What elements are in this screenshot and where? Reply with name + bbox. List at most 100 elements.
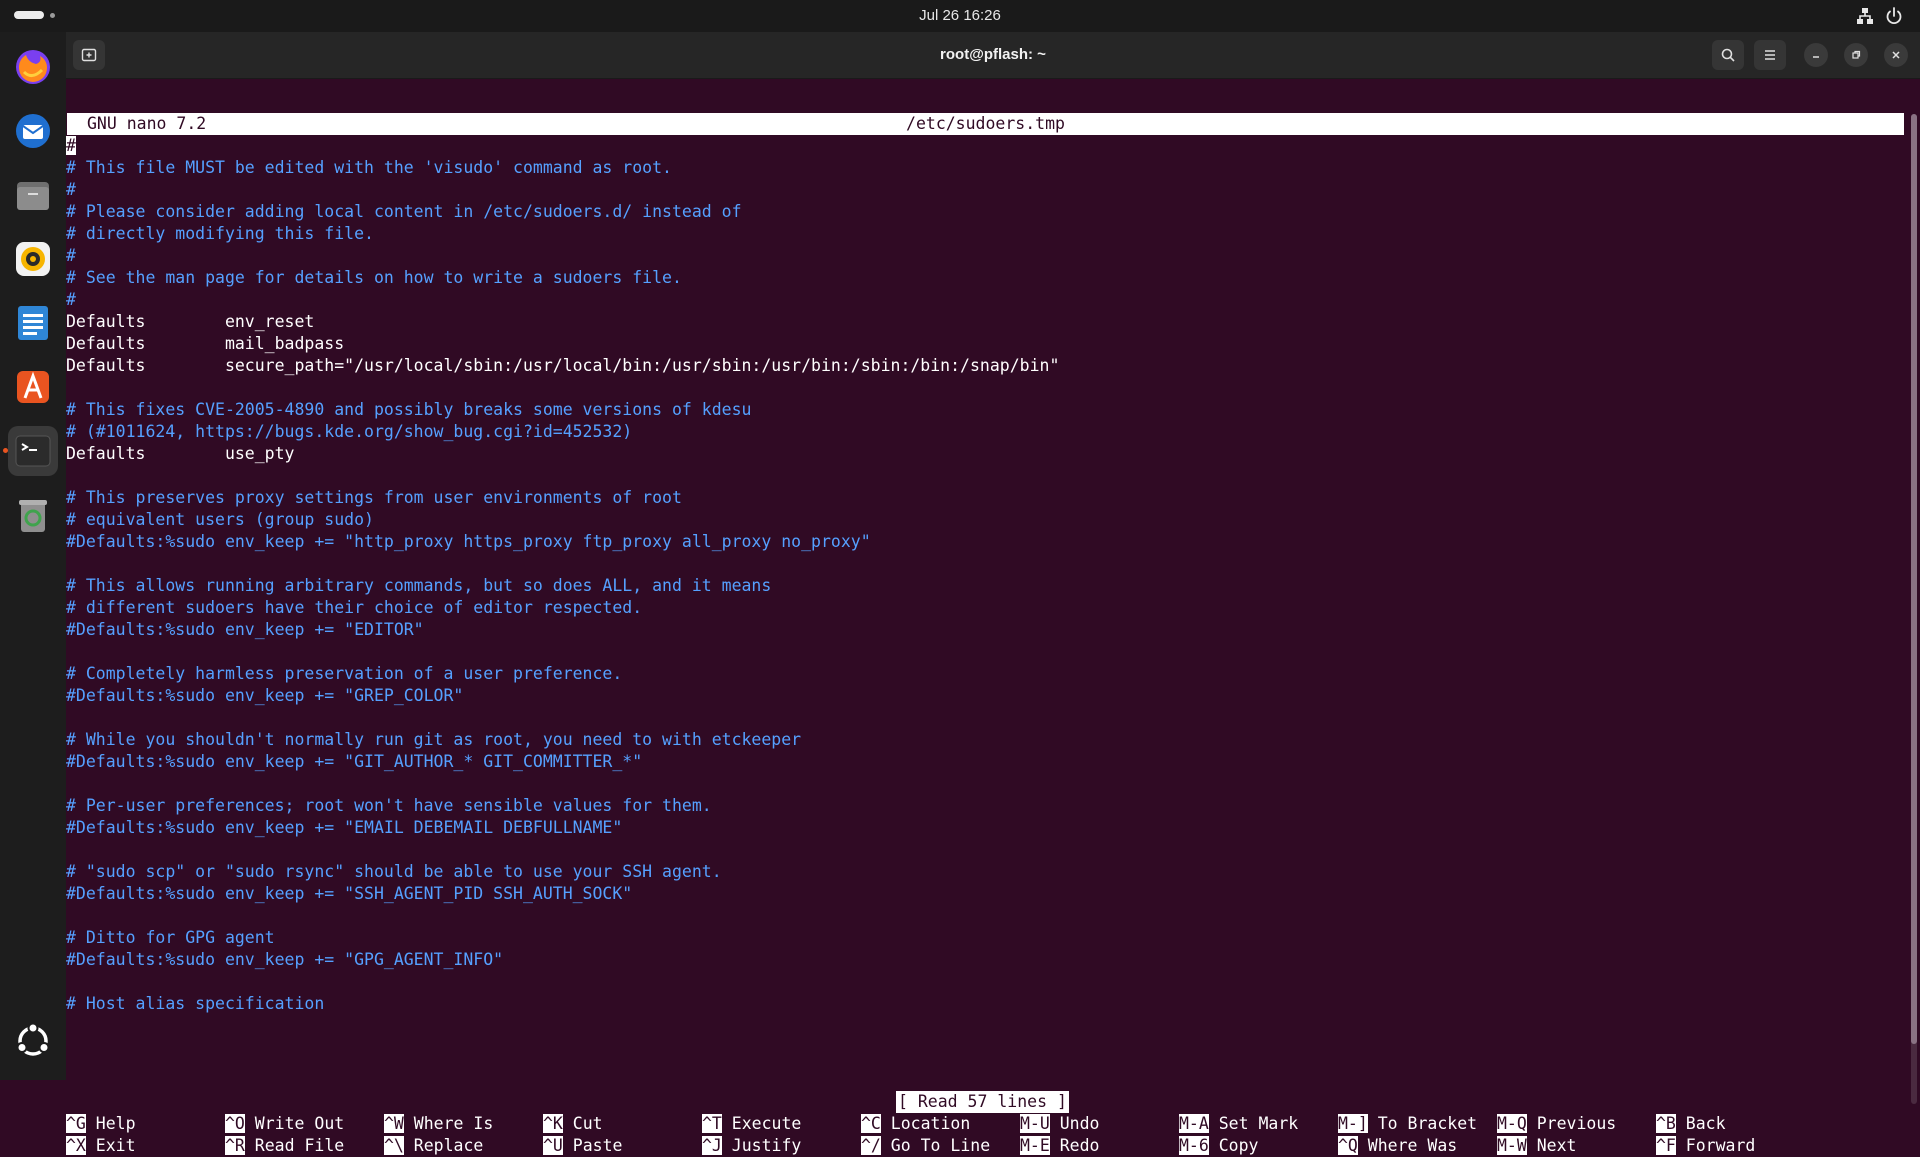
window-title: root@pflash: ~ <box>940 46 1046 63</box>
editor-line: # (#1011624, https://bugs.kde.org/show_b… <box>66 422 633 441</box>
scrollbar-thumb[interactable] <box>1911 114 1917 1044</box>
power-icon[interactable] <box>1884 6 1904 26</box>
editor-line: #Defaults:%sudo env_keep += "GIT_AUTHOR_… <box>66 752 643 771</box>
shortcut-item[interactable]: ^C Location <box>861 1113 970 1135</box>
shortcut-label: Where Is <box>403 1114 494 1133</box>
shortcut-key: ^K <box>543 1114 563 1133</box>
shortcut-label: Paste <box>562 1136 623 1155</box>
dock <box>0 32 66 1080</box>
shortcut-label: Location <box>880 1114 971 1133</box>
editor-line: # "sudo scp" or "sudo rsync" should be a… <box>66 862 722 881</box>
editor-line: #Defaults:%sudo env_keep += "EMAIL DEBEM… <box>66 818 623 837</box>
dock-firefox[interactable] <box>8 42 58 92</box>
nano-filename: /etc/sudoers.tmp <box>906 114 1065 133</box>
search-icon <box>1721 48 1735 62</box>
editor-line: Defaults mail_badpass <box>66 334 345 353</box>
terminal-icon <box>15 435 51 467</box>
shortcut-item[interactable]: M-W Next <box>1497 1135 1576 1157</box>
editor-line: # equivalent users (group sudo) <box>66 510 374 529</box>
shortcut-key: ^U <box>543 1136 563 1155</box>
dock-rhythmbox[interactable] <box>8 234 58 284</box>
minimize-button[interactable] <box>1804 43 1828 67</box>
shortcut-item[interactable]: ^U Paste <box>543 1135 622 1157</box>
editor-line: # <box>66 290 76 309</box>
editor-line: Defaults use_pty <box>66 444 295 463</box>
shortcut-item[interactable]: ^\ Replace <box>384 1135 483 1157</box>
top-bar: Jul 26 16:26 <box>0 0 1920 32</box>
shortcut-item[interactable]: M-Q Previous <box>1497 1113 1616 1135</box>
editor-line: # <box>66 180 76 199</box>
dock-files[interactable] <box>8 170 58 220</box>
editor-line: # This file MUST be edited with the 'vis… <box>66 158 672 177</box>
firefox-icon <box>16 50 50 84</box>
editor-line: # While you shouldn't normally run git a… <box>66 730 802 749</box>
shortcut-item[interactable]: ^/ Go To Line <box>861 1135 990 1157</box>
dock-trash[interactable] <box>8 490 58 540</box>
shortcut-item[interactable]: ^Q Where Was <box>1338 1135 1457 1157</box>
shortcut-item[interactable]: ^X Exit <box>66 1135 136 1157</box>
shortcut-item[interactable]: ^O Write Out <box>225 1113 344 1135</box>
maximize-button[interactable] <box>1844 43 1868 67</box>
clock[interactable]: Jul 26 16:26 <box>0 0 1920 32</box>
restore-icon <box>1852 50 1861 59</box>
shortcut-label: Justify <box>721 1136 802 1155</box>
nano-title-bar: GNU nano 7.2 /etc/sudoers.tmp <box>67 113 1904 135</box>
shortcut-item[interactable]: ^T Execute <box>702 1113 801 1135</box>
shortcut-item[interactable]: ^F Forward <box>1656 1135 1755 1157</box>
terminal-window: root@pflash: ~ GNU nano 7.2 /etc/sudoers… <box>66 32 1920 1155</box>
shortcut-item[interactable]: M-E Redo <box>1020 1135 1099 1157</box>
shortcut-key: M-A <box>1179 1114 1209 1133</box>
shortcut-key: ^W <box>384 1114 404 1133</box>
shortcut-key: M-Q <box>1497 1114 1527 1133</box>
hamburger-menu-icon <box>1765 50 1775 60</box>
editor-line: # Please consider adding local content i… <box>66 202 742 221</box>
shortcut-item[interactable]: ^G Help <box>66 1113 136 1135</box>
shortcut-item[interactable]: ^K Cut <box>543 1113 603 1135</box>
shortcut-label: Go To Line <box>880 1136 991 1155</box>
network-icon[interactable] <box>1856 7 1874 25</box>
shortcut-label: Help <box>85 1114 136 1133</box>
shortcut-item[interactable]: ^J Justify <box>702 1135 801 1157</box>
menu-button[interactable] <box>1754 40 1786 70</box>
trash-icon <box>19 500 47 532</box>
dock-app-center[interactable] <box>8 362 58 412</box>
editor-line: #Defaults:%sudo env_keep += "SSH_AGENT_P… <box>66 884 633 903</box>
shortcut-label: Read File <box>244 1136 345 1155</box>
dock-thunderbird[interactable] <box>8 106 58 156</box>
shortcut-label: Cut <box>562 1114 603 1133</box>
shortcut-item[interactable]: M-U Undo <box>1020 1113 1099 1135</box>
terminal-content[interactable]: GNU nano 7.2 /etc/sudoers.tmp # # This fi… <box>66 78 1908 1155</box>
shortcut-key: ^\ <box>384 1136 404 1155</box>
shortcut-item[interactable]: M-] To Bracket <box>1338 1113 1477 1135</box>
shortcut-item[interactable]: ^W Where Is <box>384 1113 493 1135</box>
shortcut-key: ^R <box>225 1136 245 1155</box>
text-cursor: # <box>66 136 76 155</box>
dock-writer[interactable] <box>8 298 58 348</box>
close-button[interactable] <box>1884 43 1908 67</box>
shortcut-item[interactable]: M-A Set Mark <box>1179 1113 1298 1135</box>
shortcut-key: ^C <box>861 1114 881 1133</box>
minimize-icon <box>1813 56 1819 58</box>
shortcut-key: ^F <box>1656 1136 1676 1155</box>
editor-line: # See the man page for details on how to… <box>66 268 682 287</box>
shortcut-label: To Bracket <box>1367 1114 1478 1133</box>
shortcut-item[interactable]: ^B Back <box>1656 1113 1726 1135</box>
editor-line: # directly modifying this file. <box>66 224 374 243</box>
editor-line: # different sudoers have their choice of… <box>66 598 643 617</box>
scrollbar[interactable] <box>1911 114 1917 1104</box>
dock-show-apps[interactable] <box>8 1016 58 1066</box>
nano-status-message: [ Read 57 lines ] <box>896 1091 1069 1113</box>
shortcut-key: ^J <box>702 1136 722 1155</box>
shortcut-key: ^/ <box>861 1136 881 1155</box>
editor-line: #Defaults:%sudo env_keep += "GPG_AGENT_I… <box>66 950 504 969</box>
shortcut-label: Forward <box>1675 1136 1756 1155</box>
terminal-running-indicator <box>3 448 8 453</box>
search-button[interactable] <box>1712 40 1744 70</box>
shortcut-key: ^G <box>66 1114 86 1133</box>
dock-terminal[interactable] <box>8 426 58 476</box>
editor-line: # This fixes CVE-2005-4890 and possibly … <box>66 400 752 419</box>
shortcut-key: ^B <box>1656 1114 1676 1133</box>
shortcut-item[interactable]: ^R Read File <box>225 1135 344 1157</box>
shortcut-item[interactable]: M-6 Copy <box>1179 1135 1258 1157</box>
writer-icon <box>18 306 48 340</box>
